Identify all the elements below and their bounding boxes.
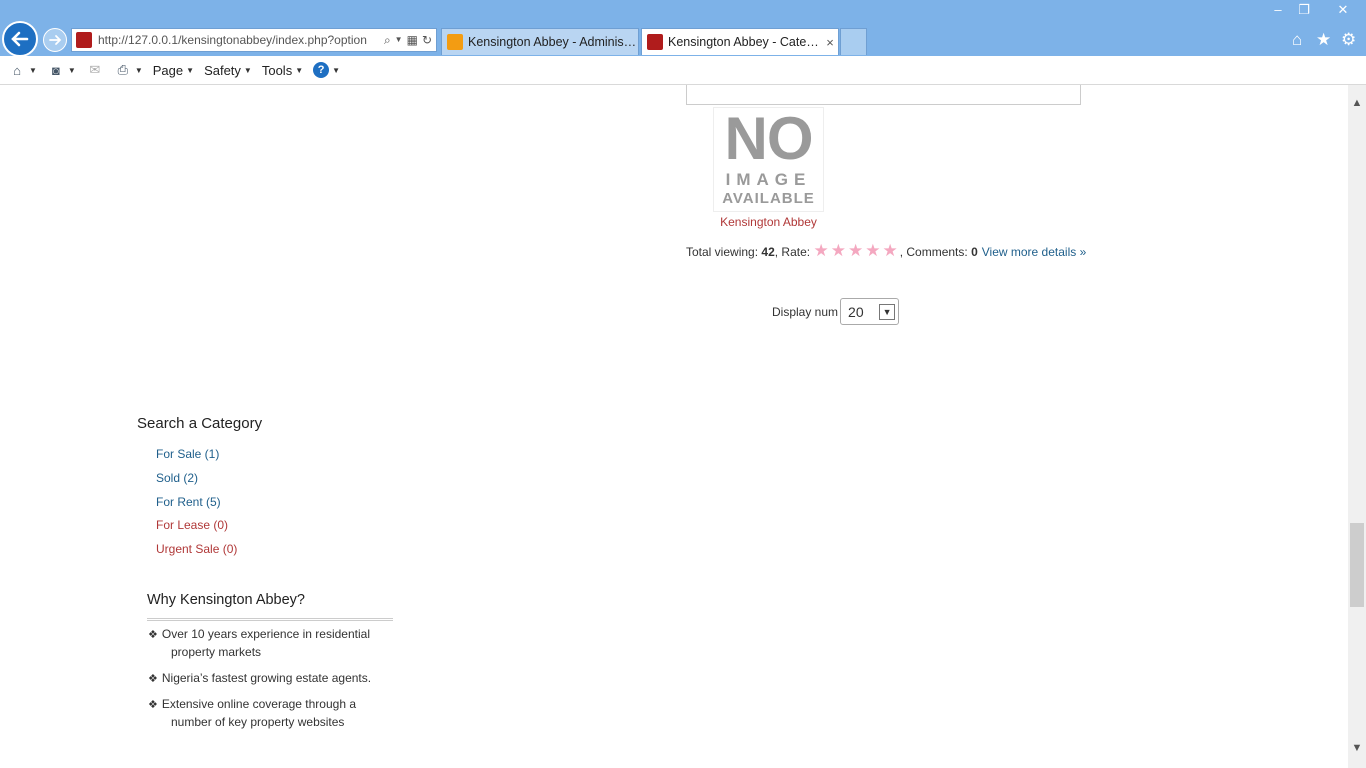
star-icon[interactable]: ★ bbox=[865, 241, 880, 260]
listing-stats: Total viewing: 42, Rate: ★ ★ ★ ★ ★ , Comment… bbox=[686, 241, 1087, 260]
scroll-up-icon[interactable]: ▲ bbox=[1348, 97, 1366, 109]
site-favicon-icon bbox=[647, 34, 663, 50]
search-icon[interactable]: ⌕ bbox=[384, 33, 391, 48]
no-image-placeholder[interactable]: NO IMAGE AVAILABLE bbox=[713, 107, 824, 212]
tab-category[interactable]: Kensington Abbey - Catego... × bbox=[641, 28, 839, 55]
minimize-button[interactable]: – bbox=[1264, 0, 1292, 20]
why-item: ❖ Nigeria’s fastest growing estate agents… bbox=[148, 670, 398, 688]
why-item-text: Nigeria’s fastest growing estate agents. bbox=[161, 671, 372, 685]
compatibility-icon[interactable]: ▦ bbox=[407, 33, 418, 48]
view-more-details-link[interactable]: View more details » bbox=[982, 245, 1087, 259]
print-button[interactable]: ⎙ ▼ bbox=[114, 62, 143, 78]
page-menu-label: Page bbox=[152, 62, 184, 78]
rate-label: , Rate: bbox=[774, 244, 811, 259]
display-num-label: Display num bbox=[772, 304, 839, 319]
help-icon: ? bbox=[313, 62, 330, 78]
feeds-button[interactable]: ◙ ▼ bbox=[47, 62, 76, 78]
tab-label: Kensington Abbey - Catego... bbox=[668, 35, 822, 49]
page-content: NO IMAGE AVAILABLE Kensington Abbey Tota… bbox=[0, 85, 1348, 768]
mail-icon: ✉ bbox=[89, 62, 101, 77]
comments-value: 0 bbox=[971, 244, 978, 259]
close-window-button[interactable]: ✕ bbox=[1326, 0, 1360, 20]
display-num-value: 20 bbox=[848, 303, 864, 320]
category-link-for-rent[interactable]: For Rent (5) bbox=[156, 495, 221, 509]
site-favicon-icon bbox=[76, 32, 92, 48]
tab-label: Kensington Abbey - Administr... bbox=[468, 35, 638, 49]
diamond-bullet-icon: ❖ bbox=[148, 699, 158, 711]
why-item: ❖ Extensive online coverage through a num… bbox=[148, 696, 388, 731]
help-menu[interactable]: ? ▼ bbox=[313, 62, 340, 78]
read-mail-button[interactable]: ✉ bbox=[86, 62, 104, 78]
tools-menu-label: Tools bbox=[261, 62, 293, 78]
chevron-down-icon: ▼ bbox=[879, 303, 896, 320]
back-arrow-icon bbox=[11, 31, 29, 47]
url-text[interactable]: http://127.0.0.1/kensingtonabbey/index.p… bbox=[98, 33, 384, 47]
listing-description-box bbox=[686, 85, 1081, 105]
total-viewing-label: Total viewing: bbox=[686, 244, 759, 259]
restore-button[interactable]: ❐ bbox=[1290, 0, 1318, 20]
listing-title-link[interactable]: Kensington Abbey bbox=[686, 215, 851, 229]
favorites-icon[interactable]: ★ bbox=[1316, 30, 1331, 50]
no-image-line3: AVAILABLE bbox=[722, 190, 815, 207]
settings-icon[interactable]: ⚙ bbox=[1341, 30, 1356, 50]
total-viewing-value: 42 bbox=[761, 244, 775, 259]
close-tab-icon[interactable]: × bbox=[822, 35, 838, 50]
star-icon[interactable]: ★ bbox=[813, 241, 828, 260]
why-item-text: Extensive online coverage through a bbox=[161, 697, 357, 711]
category-link-for-sale[interactable]: For Sale (1) bbox=[156, 447, 219, 461]
refresh-icon[interactable]: ↻ bbox=[422, 33, 432, 48]
new-tab-button[interactable] bbox=[840, 28, 867, 55]
tab-administration[interactable]: Kensington Abbey - Administr... bbox=[441, 28, 639, 55]
comments-label: , Comments: bbox=[899, 244, 968, 259]
rss-icon: ◙ bbox=[51, 62, 60, 78]
command-bar: ⌂ ▼ ◙ ▼ ✉ ⎙ ▼ Page ▼ Safety ▼ Tools ▼ ? ▼ bbox=[0, 56, 1366, 85]
dropdown-icon[interactable]: ▼ bbox=[395, 33, 403, 48]
joomla-favicon-icon bbox=[447, 34, 463, 50]
forward-arrow-icon bbox=[49, 35, 62, 45]
printer-icon: ⎙ bbox=[117, 62, 129, 77]
no-image-line1: NO bbox=[724, 105, 814, 172]
address-bar[interactable]: http://127.0.0.1/kensingtonabbey/index.p… bbox=[71, 28, 437, 52]
diamond-bullet-icon: ❖ bbox=[148, 629, 158, 641]
category-link-urgent-sale[interactable]: Urgent Sale (0) bbox=[156, 542, 237, 556]
vertical-scrollbar[interactable]: ▲ ▼ bbox=[1348, 85, 1366, 768]
display-num-select[interactable]: 20 ▼ bbox=[840, 298, 900, 325]
star-icon[interactable]: ★ bbox=[831, 241, 846, 260]
why-item-text-cont: property markets bbox=[171, 645, 262, 659]
diamond-bullet-icon: ❖ bbox=[148, 673, 158, 685]
safety-menu-label: Safety bbox=[204, 62, 241, 78]
page-menu[interactable]: Page ▼ bbox=[153, 63, 194, 78]
display-num-control: Display num 20 ▼ bbox=[772, 298, 900, 325]
why-divider bbox=[147, 618, 393, 621]
why-item: ❖ Over 10 years experience in residential… bbox=[148, 626, 388, 661]
star-icon[interactable]: ★ bbox=[882, 241, 897, 260]
category-link-sold[interactable]: Sold (2) bbox=[156, 471, 198, 485]
back-button[interactable] bbox=[2, 21, 38, 57]
star-icon[interactable]: ★ bbox=[848, 241, 863, 260]
no-image-line2: IMAGE bbox=[725, 170, 812, 189]
scroll-down-icon[interactable]: ▼ bbox=[1348, 742, 1366, 754]
home-icon: ⌂ bbox=[13, 62, 21, 78]
safety-menu[interactable]: Safety ▼ bbox=[204, 63, 252, 78]
why-heading: Why Kensington Abbey? bbox=[147, 592, 305, 608]
category-link-for-lease[interactable]: For Lease (0) bbox=[156, 518, 228, 532]
scrollbar-thumb[interactable] bbox=[1350, 523, 1364, 607]
browser-titlebar: – ❐ ✕ http://127.0.0.1/kensingtonabbey/i… bbox=[0, 0, 1366, 57]
why-item-text-cont: number of key property websites bbox=[171, 715, 345, 729]
search-category-heading: Search a Category bbox=[137, 415, 263, 432]
home-icon[interactable]: ⌂ bbox=[1292, 30, 1302, 50]
home-button[interactable]: ⌂ ▼ bbox=[8, 62, 37, 78]
tools-menu[interactable]: Tools ▼ bbox=[262, 63, 303, 78]
forward-button[interactable] bbox=[43, 28, 67, 52]
why-item-text: Over 10 years experience in residential bbox=[161, 627, 370, 641]
rating-stars[interactable]: ★ ★ ★ ★ ★ bbox=[813, 241, 899, 260]
